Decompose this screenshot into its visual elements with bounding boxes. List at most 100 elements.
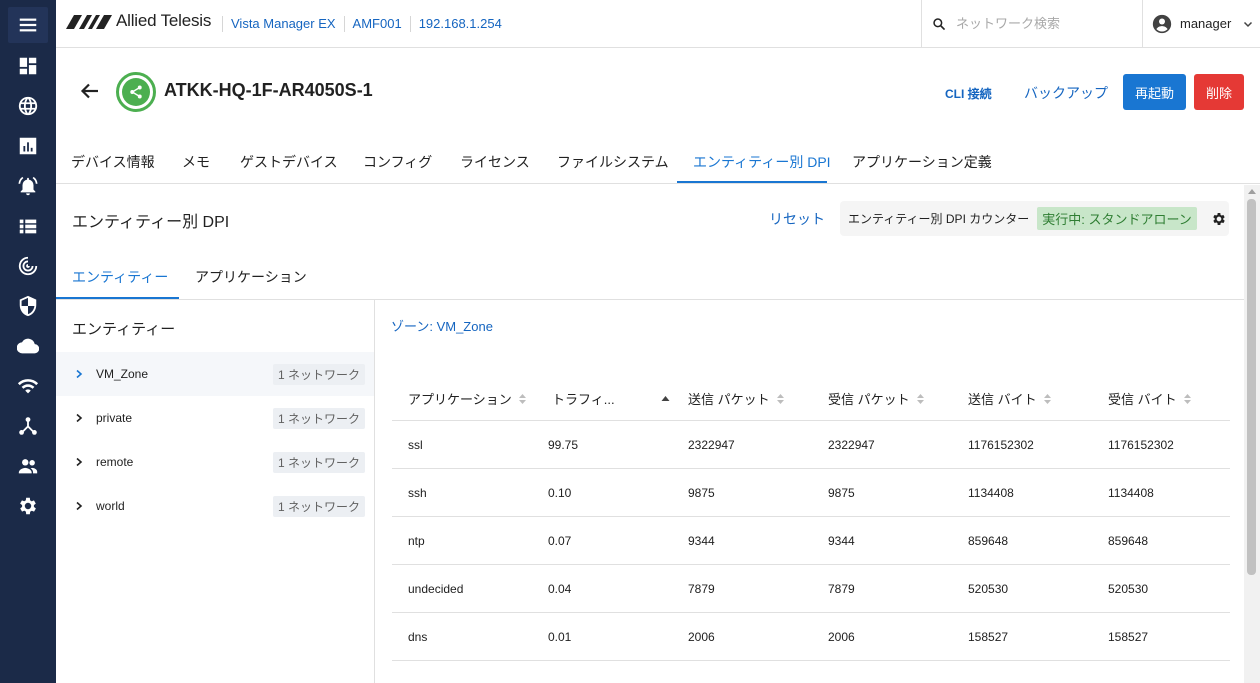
table-row[interactable]: ssh 0.10 9875 9875 1134408 1134408 — [392, 469, 1230, 517]
subtab-application[interactable]: アプリケーション — [195, 267, 307, 287]
tab-config[interactable]: コンフィグ — [363, 152, 432, 172]
zone-label[interactable]: ゾーン: VM_Zone — [391, 316, 493, 335]
users-icon[interactable] — [8, 449, 48, 483]
cloud-icon[interactable] — [8, 329, 48, 363]
tab-device-info[interactable]: デバイス情報 — [71, 152, 155, 172]
shield-icon[interactable] — [8, 289, 48, 323]
cell-rx-bytes: 1176152302 — [1108, 438, 1174, 452]
network-count-badge: 1 ネットワーク — [273, 495, 366, 517]
entity-list: エンティティー VM_Zone 1 ネットワーク private 1 ネットワー… — [56, 300, 375, 683]
column-header-application[interactable]: アプリケーション — [408, 389, 527, 408]
brand-logo[interactable]: Allied Telesis — [66, 11, 211, 31]
subtab-entity[interactable]: エンティティー — [72, 267, 168, 287]
reboot-button[interactable]: 再起動 — [1123, 74, 1186, 110]
search-icon — [933, 17, 946, 30]
dpi-subtabs: エンティティー アプリケーション — [56, 255, 1244, 300]
chevron-right-icon — [76, 369, 83, 379]
backup-button[interactable]: バックアップ — [1024, 83, 1108, 103]
table-row[interactable]: ssl 99.75 2322947 2322947 1176152302 117… — [392, 421, 1230, 469]
device-name: ATKK-HQ-1F-AR4050S-1 — [164, 80, 373, 100]
counter-label: エンティティー別 DPI カウンター — [848, 212, 1030, 226]
wifi-icon[interactable] — [8, 369, 48, 403]
cell-traffic: 0.04 — [548, 582, 572, 596]
network-count-badge: 1 ネットワーク — [273, 451, 366, 473]
menu-icon[interactable] — [8, 7, 48, 43]
column-header-tx-bytes[interactable]: 送信 バイト — [968, 389, 1052, 408]
alarm-bell-icon[interactable] — [8, 169, 48, 203]
tab-memo[interactable]: メモ — [182, 152, 210, 172]
column-header-traffic[interactable]: トラフィ... — [552, 389, 670, 408]
status-badge: 実行中: スタンドアローン — [1037, 207, 1197, 230]
cell-rx-packets: 7879 — [828, 582, 855, 596]
top-bar: Allied Telesis Vista Manager EX AMF001 1… — [56, 0, 1260, 48]
list-item[interactable]: private 1 ネットワーク — [56, 396, 374, 440]
cell-traffic: 0.07 — [548, 534, 572, 548]
globe-icon[interactable] — [8, 89, 48, 123]
cell-rx-bytes: 1134408 — [1108, 486, 1154, 500]
section-title: エンティティー別 DPI — [72, 214, 230, 231]
cell-traffic: 0.10 — [548, 486, 572, 500]
sort-icon — [1183, 393, 1191, 404]
entity-dpi-panel: エンティティー別 DPI リセット エンティティー別 DPI カウンター 実行中… — [56, 185, 1244, 683]
table-header: アプリケーション トラフィ... 送信 パケット 受信 パケット 送信 バイト … — [392, 372, 1230, 421]
cell-tx-packets: 7879 — [688, 582, 715, 596]
cell-rx-packets: 2322947 — [828, 438, 875, 452]
share-node-icon — [130, 85, 142, 99]
list-item[interactable]: VM_Zone 1 ネットワーク — [56, 352, 374, 396]
breadcrumb: Vista Manager EX AMF001 192.168.1.254 — [222, 16, 510, 32]
column-header-label: 受信 パケット — [828, 392, 910, 407]
cell-rx-bytes: 158527 — [1108, 630, 1149, 644]
cli-connect-button[interactable]: CLI 接続 — [945, 85, 992, 102]
list-icon[interactable] — [8, 209, 48, 243]
tab-filesystem[interactable]: ファイルシステム — [557, 152, 669, 172]
tab-entity-dpi[interactable]: エンティティー別 DPI — [693, 152, 831, 172]
left-rail — [0, 0, 56, 683]
dashboard-icon[interactable] — [8, 49, 48, 83]
table-row[interactable]: ntp 0.07 9344 9344 859648 859648 — [392, 517, 1230, 565]
cell-tx-packets: 2006 — [688, 630, 715, 644]
cell-application: ssh — [408, 486, 427, 500]
cell-rx-packets: 9344 — [828, 534, 855, 548]
tab-guest-devices[interactable]: ゲストデバイス — [240, 152, 338, 172]
column-header-label: トラフィ... — [552, 392, 615, 407]
cell-tx-bytes: 158527 — [968, 630, 1009, 644]
tab-license[interactable]: ライセンス — [460, 152, 530, 172]
cell-application: dns — [408, 630, 428, 644]
delete-button[interactable]: 削除 — [1194, 74, 1244, 110]
cell-tx-bytes: 1134408 — [968, 486, 1014, 500]
search-input[interactable] — [956, 16, 1136, 31]
column-header-rx-packets[interactable]: 受信 パケット — [828, 389, 925, 408]
cell-application: undecided — [408, 582, 464, 596]
settings-gear-icon[interactable] — [1211, 211, 1227, 227]
radar-icon[interactable] — [8, 249, 48, 283]
device-status-icon — [116, 72, 156, 112]
cell-tx-packets: 2322947 — [688, 438, 735, 452]
scrollbar-thumb[interactable] — [1247, 199, 1256, 575]
breadcrumb-ip[interactable]: 192.168.1.254 — [409, 16, 510, 32]
entity-name: world — [96, 499, 125, 513]
scroll-up-arrow-icon[interactable] — [1248, 189, 1256, 194]
list-item[interactable]: remote 1 ネットワーク — [56, 440, 374, 484]
cell-rx-packets: 2006 — [828, 630, 855, 644]
sort-icon — [1043, 393, 1051, 404]
reset-button[interactable]: リセット — [769, 209, 825, 229]
column-header-rx-bytes[interactable]: 受信 バイト — [1108, 389, 1192, 408]
search-box — [921, 0, 1142, 47]
table-row[interactable]: undecided 0.04 7879 7879 520530 520530 — [392, 565, 1230, 613]
cell-tx-packets: 9344 — [688, 534, 715, 548]
table-row[interactable]: dns 0.01 2006 2006 158527 158527 — [392, 613, 1230, 661]
cell-tx-packets: 9875 — [688, 486, 715, 500]
topology-icon[interactable] — [8, 409, 48, 443]
chart-icon[interactable] — [8, 129, 48, 163]
breadcrumb-app[interactable]: Vista Manager EX — [222, 16, 344, 32]
list-item[interactable]: world 1 ネットワーク — [56, 484, 374, 528]
tab-application-definition[interactable]: アプリケーション定義 — [852, 152, 992, 172]
column-header-tx-packets[interactable]: 送信 パケット — [688, 389, 785, 408]
settings-gear-icon[interactable] — [8, 489, 48, 523]
breadcrumb-area[interactable]: AMF001 — [343, 16, 410, 32]
back-arrow-icon[interactable] — [80, 82, 100, 100]
brand-name: Allied Telesis — [116, 11, 212, 30]
sort-icon — [776, 393, 784, 404]
user-menu[interactable]: manager — [1142, 0, 1260, 47]
page-scrollbar[interactable] — [1244, 185, 1260, 683]
